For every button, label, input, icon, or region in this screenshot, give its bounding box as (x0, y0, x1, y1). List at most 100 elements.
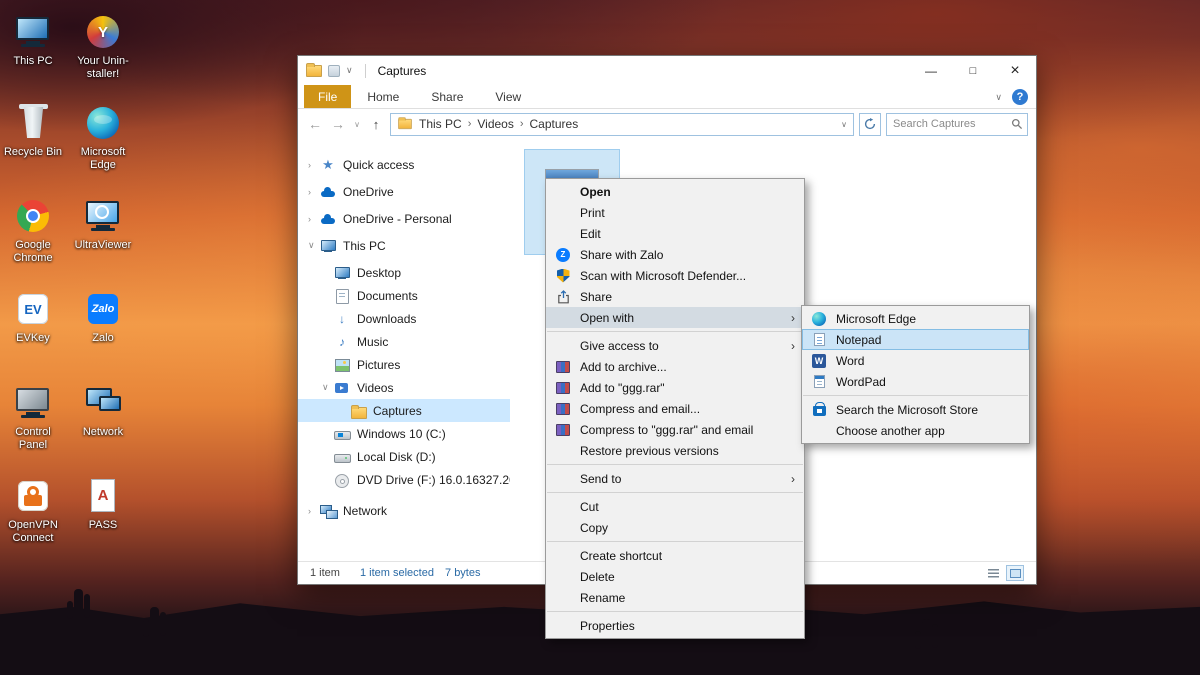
chevron-right-icon[interactable]: › (308, 506, 320, 516)
sidebar-item-this-pc[interactable]: ∨ This PC (298, 234, 510, 257)
desktop-icon-pass[interactable]: A PASS (70, 476, 136, 532)
sidebar-item-downloads[interactable]: ↓ Downloads (298, 307, 510, 330)
breadcrumb[interactable]: This PC › Videos › Captures ∨ (390, 113, 854, 136)
quick-access-toolbar-dropdown-icon[interactable]: ∨ (346, 65, 353, 76)
context-menu-item-edit[interactable]: Edit (546, 223, 804, 244)
open-with-item-choose-another-app[interactable]: Choose another app (802, 420, 1029, 441)
defender-shield-icon (554, 265, 572, 286)
up-icon[interactable]: ↑ (367, 117, 385, 132)
desktop-icon-network[interactable]: Network (70, 383, 136, 439)
context-menu-item-print[interactable]: Print (546, 202, 804, 223)
desktop-icon-google-chrome[interactable]: Google Chrome (0, 196, 66, 264)
desktop-icon-openvpn-connect[interactable]: OpenVPN Connect (0, 476, 66, 544)
context-menu-item-compress-to-ggg-rar-and-email[interactable]: Compress to "ggg.rar" and email (546, 419, 804, 440)
sidebar-item-onedrive-personal[interactable]: › OneDrive - Personal (298, 207, 510, 230)
tab-file[interactable]: File (304, 85, 351, 108)
chevron-right-icon[interactable]: › (308, 187, 320, 197)
sidebar-item-videos[interactable]: ∨ Videos (298, 376, 510, 399)
search-input[interactable] (893, 118, 1011, 130)
menu-item-label: Rename (580, 591, 625, 605)
desktop-icon-control-panel[interactable]: Control Panel (0, 383, 66, 451)
chevron-right-icon[interactable]: › (308, 214, 320, 224)
sidebar-item-local-disk-d[interactable]: Local Disk (D:) (298, 445, 510, 468)
breadcrumb-item-videos[interactable]: Videos (477, 117, 513, 131)
context-menu-item-send-to[interactable]: Send to › (546, 468, 804, 489)
context-menu-item-delete[interactable]: Delete (546, 566, 804, 587)
address-dropdown-icon[interactable]: ∨ (841, 120, 847, 129)
context-menu-item-restore-previous-versions[interactable]: Restore previous versions (546, 440, 804, 461)
desktop-icon-your-uninstaller[interactable]: Y Your Unin-staller! (70, 12, 136, 80)
forward-icon[interactable]: → (329, 116, 347, 132)
breadcrumb-item-this-pc[interactable]: This PC (419, 117, 462, 131)
tab-view[interactable]: View (479, 85, 537, 108)
sidebar-item-desktop[interactable]: Desktop (298, 261, 510, 284)
chevron-right-icon[interactable]: › (308, 160, 320, 170)
quick-access-toolbar-icon[interactable] (328, 65, 340, 77)
context-menu-item-share[interactable]: Share (546, 286, 804, 307)
context-menu-item-add-to-ggg-rar[interactable]: Add to "ggg.rar" (546, 377, 804, 398)
chevron-down-icon[interactable]: ∨ (308, 240, 320, 251)
ribbon-expand-icon[interactable]: ∨ (995, 92, 1002, 103)
open-with-item-wordpad[interactable]: WordPad (802, 371, 1029, 392)
quick-access-star-icon: ★ (320, 157, 336, 173)
address-bar: ← → ∨ ↑ This PC › Videos › Captures ∨ (298, 109, 1036, 139)
desktop-icon-evkey[interactable]: EV EVKey (0, 289, 66, 345)
breadcrumb-item-captures[interactable]: Captures (530, 117, 579, 131)
menu-item-label: Scan with Microsoft Defender... (580, 269, 746, 283)
sidebar-item-label: Network (343, 504, 387, 518)
menu-item-label: Cut (580, 500, 599, 514)
sidebar-item-windows-10-c[interactable]: Windows 10 (C:) (298, 422, 510, 445)
tab-home[interactable]: Home (351, 85, 415, 108)
recent-locations-icon[interactable]: ∨ (352, 120, 362, 129)
sidebar-item-quick-access[interactable]: › ★ Quick access (298, 153, 510, 176)
menu-item-label: Create shortcut (580, 549, 662, 563)
menu-item-label: Compress and email... (580, 402, 700, 416)
submenu-arrow-icon: › (791, 339, 795, 353)
sidebar-item-captures[interactable]: Captures (298, 399, 510, 422)
context-menu-item-create-shortcut[interactable]: Create shortcut (546, 545, 804, 566)
context-menu-item-share-with-zalo[interactable]: Z Share with Zalo (546, 244, 804, 265)
chevron-down-icon[interactable]: ∨ (322, 382, 334, 393)
context-menu-item-add-to-archive[interactable]: Add to archive... (546, 356, 804, 377)
desktop-icon-microsoft-edge[interactable]: Microsoft Edge (70, 103, 136, 171)
desktop-icon-ultraviewer[interactable]: UltraViewer (70, 196, 136, 252)
minimize-button[interactable]: — (910, 56, 952, 85)
context-menu-item-compress-and-email[interactable]: Compress and email... (546, 398, 804, 419)
search-box[interactable] (886, 113, 1028, 136)
sidebar-item-documents[interactable]: Documents (298, 284, 510, 307)
title-bar[interactable]: ∨ Captures — □ × (298, 56, 1036, 85)
context-menu-item-open[interactable]: Open (546, 181, 804, 202)
sidebar-item-dvd-drive-f[interactable]: DVD Drive (F:) 16.0.16327.20264 (298, 468, 510, 491)
sidebar-item-pictures[interactable]: Pictures (298, 353, 510, 376)
maximize-button[interactable]: □ (952, 56, 994, 85)
sidebar-item-onedrive[interactable]: › OneDrive (298, 180, 510, 203)
thumbnail-view-button[interactable] (1006, 565, 1024, 581)
help-icon[interactable]: ? (1012, 89, 1028, 105)
open-with-item-notepad[interactable]: Notepad (802, 329, 1029, 350)
sidebar-item-music[interactable]: ♪ Music (298, 330, 510, 353)
open-with-item-microsoft-edge[interactable]: Microsoft Edge (802, 308, 1029, 329)
desktop-icon-zalo[interactable]: Zalo Zalo (70, 289, 136, 345)
context-menu-item-properties[interactable]: Properties (546, 615, 804, 636)
menu-item-label: Notepad (836, 333, 881, 347)
context-menu-item-copy[interactable]: Copy (546, 517, 804, 538)
open-with-item-word[interactable]: W Word (802, 350, 1029, 371)
refresh-button[interactable] (859, 113, 881, 136)
edge-icon (810, 308, 828, 329)
open-with-item-search-microsoft-store[interactable]: Search the Microsoft Store (802, 399, 1029, 420)
sidebar-item-network[interactable]: › Network (298, 499, 510, 522)
tab-share[interactable]: Share (415, 85, 479, 108)
desktop-icon-this-pc[interactable]: This PC (0, 12, 66, 68)
details-view-button[interactable] (984, 565, 1002, 581)
winrar-icon (554, 398, 572, 419)
context-menu-item-scan-with-defender[interactable]: Scan with Microsoft Defender... (546, 265, 804, 286)
desktop: This PC Recycle Bin Google Chrome EV EVK… (0, 0, 1200, 675)
close-button[interactable]: × (994, 56, 1036, 85)
context-menu-item-cut[interactable]: Cut (546, 496, 804, 517)
context-menu-item-give-access-to[interactable]: Give access to › (546, 335, 804, 356)
back-icon[interactable]: ← (306, 116, 324, 132)
context-menu-item-open-with[interactable]: Open with › (546, 307, 804, 328)
desktop-icon-recycle-bin[interactable]: Recycle Bin (0, 103, 66, 159)
sidebar-item-label: Desktop (357, 266, 401, 280)
context-menu-item-rename[interactable]: Rename (546, 587, 804, 608)
